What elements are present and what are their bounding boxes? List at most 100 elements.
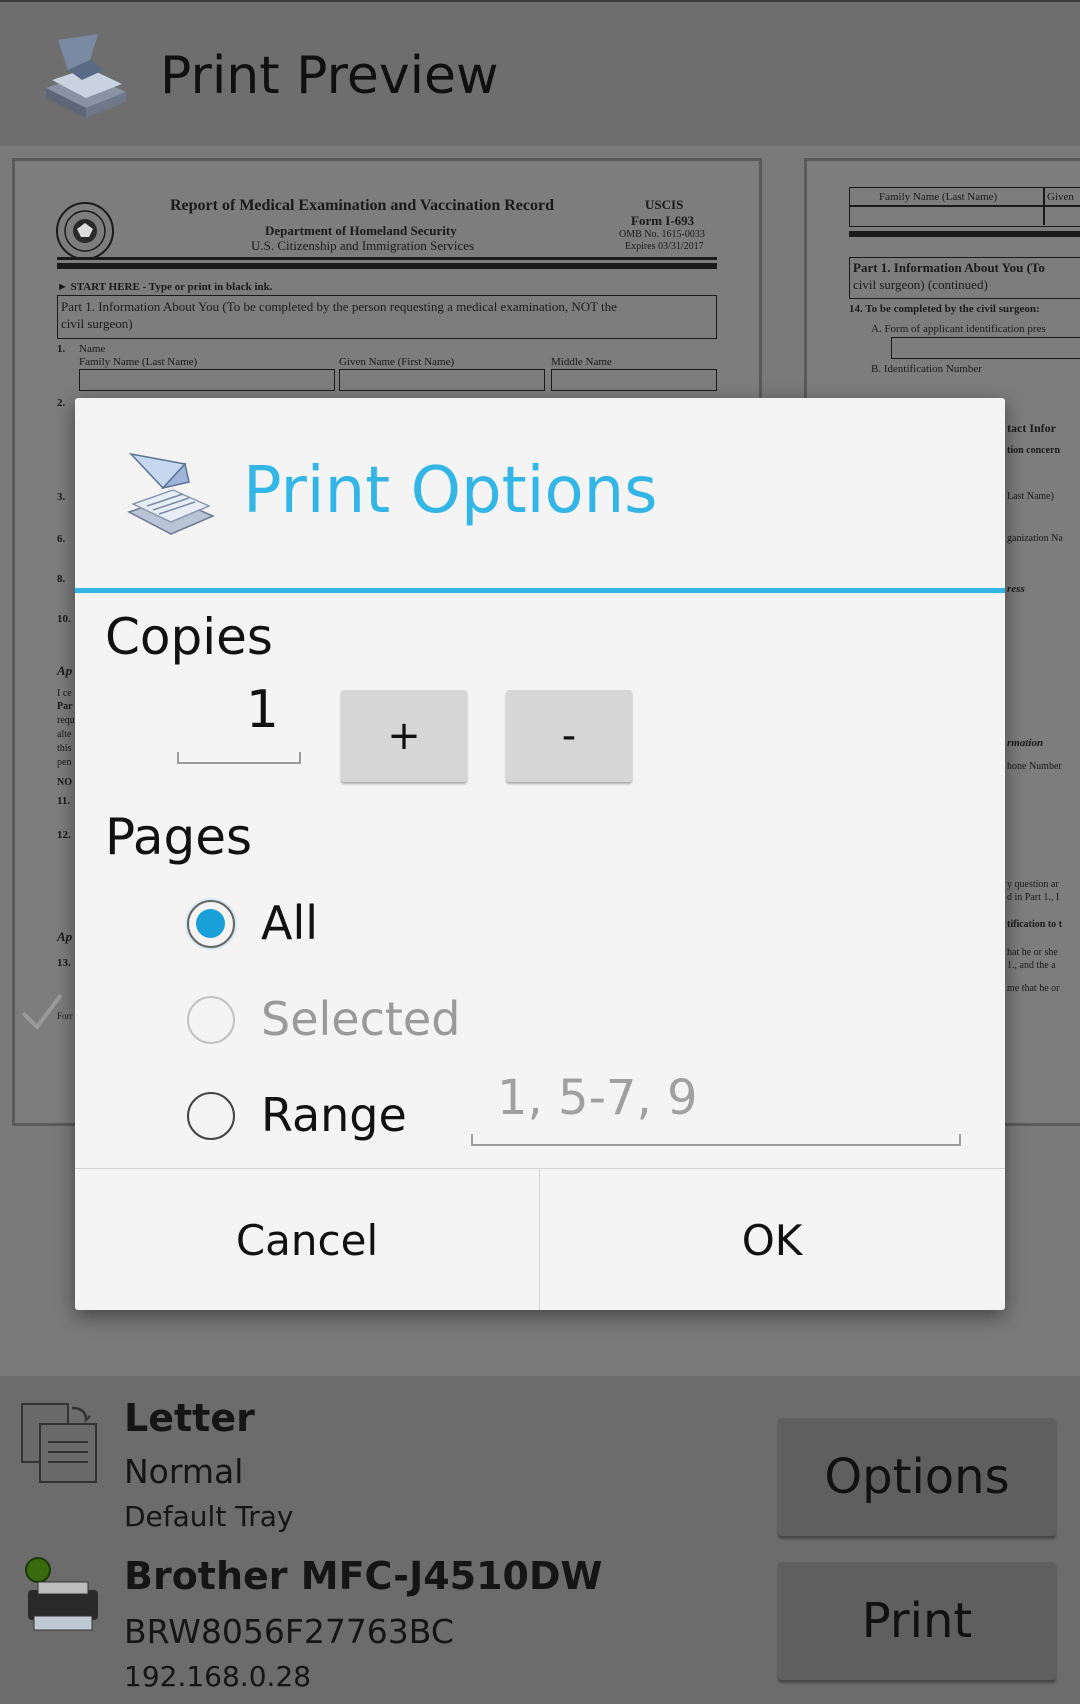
item-12: 12. <box>57 829 71 841</box>
form-uscis: USCIS <box>645 197 684 212</box>
radio-range[interactable] <box>187 1092 235 1140</box>
p2-name-rule <box>849 205 1080 207</box>
checkmark-icon <box>21 993 63 1031</box>
print-options-icon <box>127 452 215 535</box>
range-input-edge-right <box>959 1134 961 1144</box>
form-agency: U.S. Citizenship and Immigration Service… <box>251 238 475 253</box>
radio-all[interactable] <box>187 900 235 948</box>
p2-frag-cert: tification to t <box>1007 919 1062 930</box>
part1-heading: Part 1. Information About You (To be com… <box>61 299 617 314</box>
p2-frag-concern: tion concern <box>1007 445 1061 456</box>
given-name-box <box>339 369 545 391</box>
item-1: 1. <box>57 343 66 355</box>
copies-input[interactable]: 1 <box>177 680 301 764</box>
p2-frag-contact: tact Infor <box>1007 421 1056 435</box>
item-8: 8. <box>57 573 66 585</box>
p2-part1: Part 1. Information About You (To <box>853 260 1045 275</box>
p2-frag-phone: hone Number <box>1007 761 1062 772</box>
form-number: Form I-693 <box>631 213 695 228</box>
dialog-header: Print Options <box>75 398 1005 588</box>
copies-label: Copies <box>105 608 273 666</box>
cert-frag-2: Par <box>57 701 73 712</box>
printer-name[interactable]: Brother MFC-J4510DW <box>124 1554 602 1598</box>
cert-frag-6: pen <box>57 757 72 768</box>
copies-input-edge-left <box>177 752 179 762</box>
print-quality: Normal <box>124 1452 244 1491</box>
app-title: Print Preview <box>160 46 499 106</box>
paper-size[interactable]: Letter <box>124 1396 255 1440</box>
options-button[interactable]: Options <box>778 1418 1056 1536</box>
p2-frag-lastname: Last Name) <box>1007 491 1054 502</box>
family-name-box <box>79 369 335 391</box>
header-rule-thick <box>57 263 717 269</box>
pages-label: Pages <box>105 808 253 866</box>
middle-name-label: Middle Name <box>551 356 612 368</box>
form-omb: OMB No. 1615-0033 <box>619 229 705 240</box>
p2-item-14: 14. To be completed by the civil surgeon… <box>849 303 1040 315</box>
paper-tray: Default Tray <box>124 1500 294 1533</box>
start-here: ► START HERE - Type or print in black in… <box>57 281 273 293</box>
page-range-input[interactable]: 1, 5-7, 9 <box>471 1066 961 1146</box>
p2-frag-me: me that he or <box>1007 983 1060 994</box>
paper-settings-icon[interactable] <box>20 1402 104 1486</box>
app-bar: Print Preview <box>0 0 1080 146</box>
form-dept: Department of Homeland Security <box>265 223 457 238</box>
radio-all-label[interactable]: All <box>261 896 318 950</box>
dialog-title-divider <box>75 588 1005 593</box>
printer-icon[interactable] <box>20 1556 104 1636</box>
name-label: Name <box>79 343 106 355</box>
p2-frag-org: ganization Na <box>1007 533 1063 544</box>
printer-settings-panel: Letter Normal Default Tray Brother MFC-J… <box>0 1376 1080 1704</box>
item-2: 2. <box>57 397 66 409</box>
applicant-heading-frag-2: Ap <box>57 929 73 944</box>
copies-value[interactable]: 1 <box>246 680 279 740</box>
item-13: 13. <box>57 957 71 969</box>
middle-name-box <box>551 369 717 391</box>
item-6: 6. <box>57 533 66 545</box>
radio-range-label[interactable]: Range <box>261 1088 407 1142</box>
print-options-dialog: Print Options Copies 1 + - Pages All Sel… <box>75 398 1005 1310</box>
item-11: 11. <box>57 795 71 807</box>
p2-frag-question: y question ar <box>1007 879 1059 890</box>
cert-frag-1: I ce <box>57 688 72 699</box>
p2-frag-info: rmation <box>1007 737 1044 749</box>
form-header-title: Report of Medical Examination and Vaccin… <box>170 197 554 214</box>
range-input-edge-left <box>471 1134 473 1144</box>
p2-given: Given <box>1047 191 1074 203</box>
p2-frag-she: hat he or she <box>1007 947 1058 958</box>
item-3: 3. <box>57 491 66 503</box>
p2-item-a: A. Form of applicant identification pres <box>871 323 1046 335</box>
copies-input-edge-right <box>299 752 301 762</box>
radio-selected-label: Selected <box>261 992 461 1046</box>
note-frag: NO <box>57 777 72 788</box>
given-name-label: Given Name (First Name) <box>339 356 455 368</box>
p2-item-a-box <box>891 337 1080 359</box>
cancel-button[interactable]: Cancel <box>75 1169 539 1310</box>
p2-frag-address: ress <box>1007 583 1025 595</box>
printer-ip: 192.168.0.28 <box>124 1660 312 1693</box>
item-10: 10. <box>57 613 71 625</box>
p2-name-split <box>1043 187 1045 225</box>
header-rule <box>57 257 717 260</box>
printer-id: BRW8056F27763BC <box>124 1612 454 1651</box>
cert-frag-5: this <box>57 743 72 754</box>
print-button[interactable]: Print <box>778 1562 1056 1680</box>
p2-part1-cont: civil surgeon) (continued) <box>853 277 988 292</box>
p2-rule <box>849 231 1080 237</box>
part1-heading-cont: civil surgeon) <box>61 316 133 331</box>
p2-item-b: B. Identification Number <box>871 363 982 375</box>
dialog-button-bar: Cancel OK <box>75 1168 1005 1310</box>
applicant-heading-frag: Ap <box>57 663 73 678</box>
print-app-icon <box>46 34 126 118</box>
decrement-copies-button[interactable]: - <box>506 690 632 782</box>
dhs-seal-icon <box>56 202 114 260</box>
increment-copies-button[interactable]: + <box>341 690 467 782</box>
ok-button[interactable]: OK <box>540 1169 1004 1310</box>
form-expires: Expires 03/31/2017 <box>625 241 704 252</box>
p2-frag-part1: d in Part 1., I <box>1007 892 1060 903</box>
page-range-placeholder: 1, 5-7, 9 <box>497 1070 698 1126</box>
cert-frag-3: requ <box>57 715 75 726</box>
family-name-label: Family Name (Last Name) <box>79 356 198 368</box>
p2-family-name: Family Name (Last Name) <box>879 191 998 203</box>
cert-frag-4: alte <box>57 729 72 740</box>
